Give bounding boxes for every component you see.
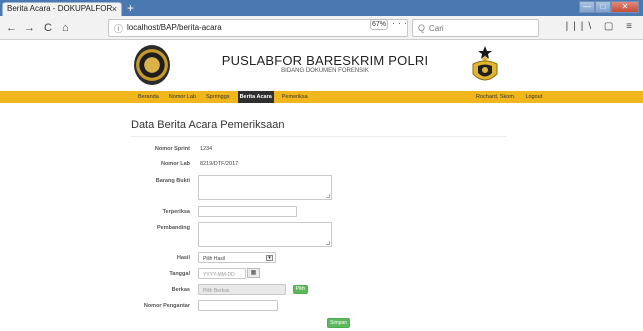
browser-tab[interactable]: Berita Acara - DOKUPALFOR × — [2, 2, 122, 16]
value-nomor-sprint: 1234 — [200, 146, 213, 152]
tab-title: Berita Acara - DOKUPALFOR — [7, 4, 113, 13]
search-icon: Q — [418, 23, 426, 33]
pembanding-textarea[interactable] — [198, 222, 332, 247]
label-barang-bukti: Barang Bukti — [155, 178, 190, 184]
browser-titlebar: Berita Acara - DOKUPALFOR × + — □ ✕ — [0, 0, 643, 16]
browser-navbar: ← → C ⌂ ⓘ localhost/BAP/berita-acara 67%… — [0, 16, 643, 40]
minimize-icon[interactable]: — — [579, 1, 595, 13]
barang-bukti-textarea[interactable] — [198, 175, 332, 200]
nav-menu: Beranda Nomor Lab Sprringgs Berita Acara… — [136, 91, 316, 103]
toolbar-menu-icons[interactable]: |||\ ▢ ≡ — [566, 21, 637, 32]
page-title: Data Berita Acara Pemeriksaan — [131, 119, 285, 131]
logout-link[interactable]: Logout — [525, 91, 542, 103]
label-terperiksa: Terperiksa — [162, 209, 190, 215]
hasil-select[interactable]: Pilih Hasil ▾ — [198, 252, 276, 263]
tab-close-icon[interactable]: × — [112, 3, 117, 15]
label-nomor-pengantar: Nomor Pengantar — [143, 303, 190, 309]
site-title: PUSLABFOR BARESKRIM POLRI — [221, 53, 429, 68]
simpan-button[interactable]: Simpan — [327, 318, 350, 328]
tanggal-placeholder: YYYY-MM-DD — [203, 272, 235, 278]
label-pembanding: Pembanding — [156, 225, 190, 231]
nav-item-nomor-lab[interactable]: Nomor Lab — [167, 91, 198, 103]
pilih-berkas-button[interactable]: Pilih — [293, 285, 308, 294]
zoom-indicator[interactable]: 67% — [370, 19, 388, 30]
browser-search-box[interactable]: Q — [412, 19, 539, 37]
main-content: Data Berita Acara Pemeriksaan Nomor Spri… — [0, 103, 643, 331]
reload-icon[interactable]: C — [44, 21, 52, 35]
home-icon[interactable]: ⌂ — [62, 21, 69, 35]
label-tanggal: Tanggal — [169, 271, 190, 277]
window-controls: — □ ✕ — [579, 1, 639, 14]
value-nomor-lab: 8219/DTF/2017 — [200, 161, 239, 167]
tanggal-input[interactable]: YYYY-MM-DD — [198, 268, 246, 279]
new-tab-icon[interactable]: + — [127, 1, 134, 15]
user-name-link[interactable]: Rochard, Skom. — [476, 91, 515, 103]
resize-handle-icon[interactable] — [326, 241, 330, 245]
address-url: localhost/BAP/berita-acara — [127, 23, 222, 32]
site-info-icon[interactable]: ⓘ — [114, 22, 123, 35]
label-hasil: Hasil — [176, 255, 190, 261]
puslabfor-logo — [134, 45, 170, 85]
terperiksa-input[interactable] — [198, 206, 297, 217]
berkas-placeholder: Pilih Berkas — [203, 288, 230, 294]
label-nomor-lab: Nomor Lab — [160, 161, 190, 167]
back-icon[interactable]: ← — [6, 21, 17, 35]
site-header: PUSLABFOR BARESKRIM POLRI BIDANG DOKUMEN… — [0, 41, 643, 91]
berkas-input[interactable]: Pilih Berkas — [198, 284, 286, 295]
address-bar[interactable]: ⓘ localhost/BAP/berita-acara — [108, 19, 408, 37]
polri-emblem-logo — [472, 46, 498, 81]
user-menu: Rochard, Skom. Logout — [476, 91, 552, 103]
label-nomor-sprint: Nomor Sprint — [154, 146, 190, 152]
maximize-icon[interactable]: □ — [595, 1, 611, 13]
window-close-icon[interactable]: ✕ — [611, 1, 639, 13]
calendar-icon[interactable]: ▦ — [247, 268, 260, 278]
nav-item-sprringgs[interactable]: Sprringgs — [204, 91, 232, 103]
nav-item-berita-acara[interactable]: Berita Acara — [237, 91, 274, 103]
search-input[interactable] — [429, 22, 534, 34]
chevron-down-icon[interactable]: ▾ — [266, 255, 273, 261]
nav-item-pemeriksa[interactable]: Pemeriksa — [280, 91, 310, 103]
label-berkas: Berkas — [171, 287, 190, 293]
main-navigation: Beranda Nomor Lab Sprringgs Berita Acara… — [0, 91, 643, 103]
forward-icon[interactable]: → — [24, 21, 35, 35]
resize-handle-icon[interactable] — [326, 194, 330, 198]
site-subtitle: BIDANG DOKUMEN FORENSIK — [281, 68, 369, 74]
nav-item-beranda[interactable]: Beranda — [136, 91, 161, 103]
hasil-selected-value: Pilih Hasil — [203, 256, 225, 262]
title-divider — [131, 136, 507, 137]
nomor-pengantar-input[interactable] — [198, 300, 278, 311]
